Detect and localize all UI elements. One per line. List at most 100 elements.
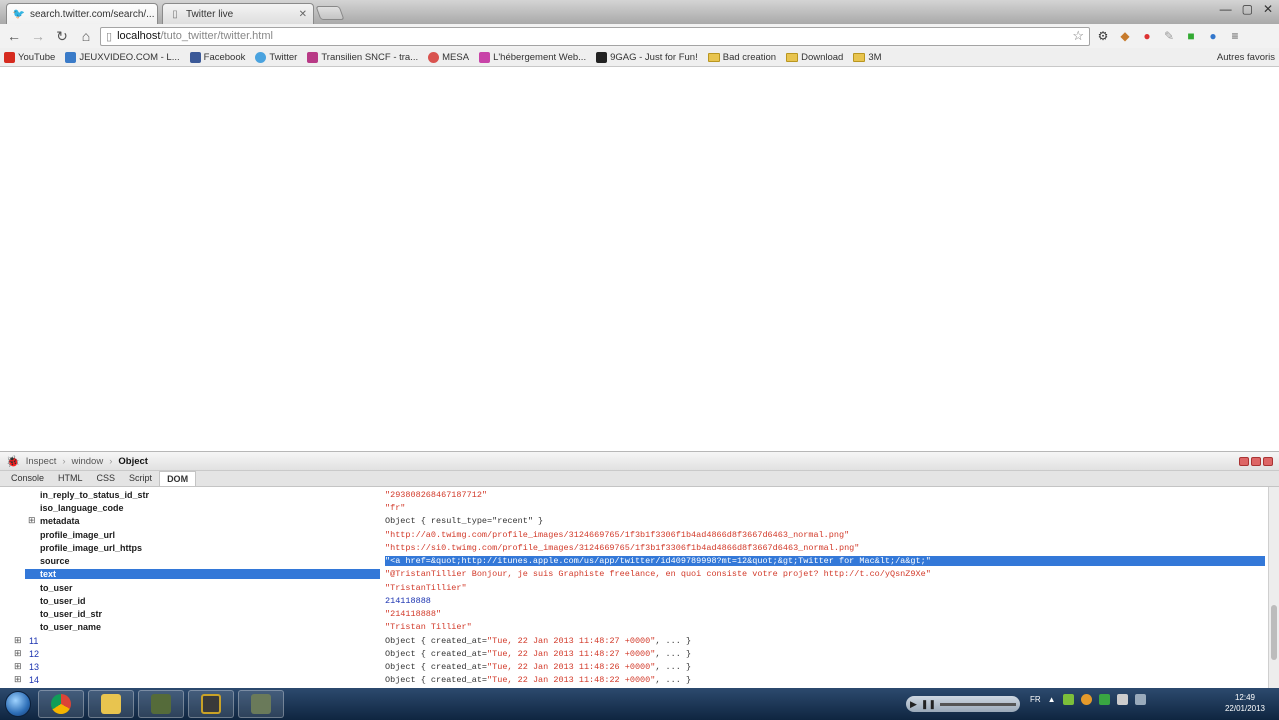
- dom-key: to_user_id: [40, 596, 86, 606]
- tab-twitter-search[interactable]: 🐦 search.twitter.com/search/... ✕: [6, 3, 158, 24]
- gear-icon[interactable]: ⚙: [1094, 27, 1112, 45]
- devtools-close-icon[interactable]: [1263, 456, 1273, 466]
- dom-value: Object { result_type="recent" }: [385, 516, 544, 526]
- system-clock[interactable]: 12:49 22/01/2013: [1225, 692, 1265, 714]
- reload-button[interactable]: ↻: [52, 26, 72, 46]
- dom-value: 214118888: [385, 596, 431, 606]
- page-icon: ▯: [172, 8, 178, 20]
- breadcrumb-window[interactable]: window: [72, 456, 104, 467]
- taskbar-explorer[interactable]: [88, 690, 134, 718]
- dom-row[interactable]: to_user_id_str "214118888": [0, 608, 1266, 621]
- dom-child-row[interactable]: ⊞ 13 Object { created_at="Tue, 22 Jan 20…: [0, 661, 1266, 674]
- bookmark-folder-3m[interactable]: 3M: [853, 52, 882, 63]
- forward-button[interactable]: →: [28, 26, 48, 46]
- media-controls[interactable]: ▶ ❚❚: [906, 696, 1020, 712]
- dom-row[interactable]: profile_image_url "http://a0.twimg.com/p…: [0, 529, 1266, 542]
- address-bar[interactable]: ▯ localhost/tuto_twitter/twitter.html ☆: [100, 26, 1090, 46]
- tray-arrow-icon[interactable]: ▲: [1048, 695, 1056, 704]
- new-tab-button[interactable]: [315, 6, 345, 20]
- play-icon[interactable]: ▶: [910, 699, 917, 710]
- bookmark-jeuxvideo[interactable]: JEUXVIDEO.COM - L...: [65, 51, 180, 63]
- dom-key: metadata: [40, 516, 80, 526]
- taskbar-app-5[interactable]: [238, 690, 284, 718]
- expand-toggle-icon[interactable]: ⊞: [14, 661, 22, 672]
- language-indicator[interactable]: FR: [1030, 695, 1041, 704]
- clock-date: 22/01/2013: [1224, 704, 1265, 713]
- dom-child-row[interactable]: ⊞ 12 Object { created_at="Tue, 22 Jan 20…: [0, 648, 1266, 661]
- bookmark-folder-download[interactable]: Download: [786, 52, 843, 63]
- extension-red-icon[interactable]: ●: [1138, 27, 1156, 45]
- devtools-minimize-icon[interactable]: [1239, 456, 1249, 466]
- taskbar-chrome[interactable]: [38, 690, 84, 718]
- bookmark-twitter[interactable]: Twitter: [255, 51, 297, 63]
- extension-blue-icon[interactable]: ●: [1204, 27, 1222, 45]
- dom-row-selected-value[interactable]: source "<a href=&quot;http://itunes.appl…: [0, 555, 1266, 568]
- extension-icon[interactable]: ◆: [1116, 27, 1134, 45]
- bookmark-folder-bad-creation[interactable]: Bad creation: [707, 52, 776, 63]
- bookmark-9gag[interactable]: 9GAG - Just for Fun!: [596, 51, 698, 63]
- dom-key: profile_image_url: [40, 530, 116, 540]
- expand-toggle-icon[interactable]: ⊞: [14, 674, 22, 685]
- dom-child-row[interactable]: ⊞ 14 Object { created_at="Tue, 22 Jan 20…: [0, 674, 1266, 687]
- media-track[interactable]: [940, 702, 1016, 706]
- maximize-icon[interactable]: ▢: [1242, 2, 1253, 16]
- tray-icon[interactable]: [1080, 694, 1092, 705]
- expand-toggle-icon[interactable]: ⊞: [14, 635, 22, 646]
- youtube-icon: [4, 51, 15, 63]
- browser-toolbar: ← → ↻ ⌂ ▯ localhost/tuto_twitter/twitter…: [0, 24, 1279, 48]
- extension-pen-icon[interactable]: ✎: [1160, 27, 1178, 45]
- extension-green-icon[interactable]: ■: [1182, 27, 1200, 45]
- dom-row[interactable]: ⊞ metadata Object { result_type="recent"…: [0, 515, 1266, 528]
- dom-value: "@TristanTillier Bonjour, je suis Graphi…: [385, 569, 931, 579]
- taskbar-app-3[interactable]: [138, 690, 184, 718]
- tab-console[interactable]: Console: [4, 471, 51, 486]
- tab-title: search.twitter.com/search/...: [30, 8, 155, 20]
- mesa-icon: [428, 51, 440, 63]
- breadcrumb-inspect[interactable]: Inspect: [26, 456, 57, 467]
- wrench-icon[interactable]: ≡: [1226, 27, 1244, 45]
- dom-row-selected-key[interactable]: text "@TristanTillier Bonjour, je suis G…: [0, 568, 1266, 581]
- close-icon[interactable]: ✕: [299, 9, 307, 20]
- twitter-icon: [255, 51, 267, 63]
- dom-row[interactable]: to_user_name "Tristan Tillier": [0, 621, 1266, 634]
- tab-html[interactable]: HTML: [51, 471, 90, 486]
- taskbar-app-4[interactable]: [188, 690, 234, 718]
- expand-toggle-icon[interactable]: ⊞: [28, 515, 36, 526]
- dom-row[interactable]: to_user_id 214118888: [0, 595, 1266, 608]
- dom-row[interactable]: profile_image_url_https "https://si0.twi…: [0, 542, 1266, 555]
- dom-child-row[interactable]: ⊞ 11 Object { created_at="Tue, 22 Jan 20…: [0, 635, 1266, 648]
- scrollbar-thumb[interactable]: [1271, 605, 1277, 660]
- other-bookmarks[interactable]: Autres favoris: [1214, 52, 1275, 63]
- dom-row[interactable]: to_user "TristanTillier": [0, 582, 1266, 595]
- tab-css[interactable]: CSS: [90, 471, 123, 486]
- network-icon[interactable]: [1116, 694, 1128, 705]
- dom-row[interactable]: iso_language_code "fr": [0, 502, 1266, 515]
- dom-row[interactable]: in_reply_to_status_id_str "2938082684671…: [0, 489, 1266, 502]
- bookmark-facebook[interactable]: Facebook: [189, 51, 245, 63]
- breadcrumb-object[interactable]: Object: [118, 456, 148, 467]
- pause-icon[interactable]: ❚❚: [921, 699, 936, 710]
- bookmark-star-icon[interactable]: ☆: [1072, 28, 1084, 44]
- tab-dom[interactable]: DOM: [159, 471, 197, 486]
- bookmark-hosting[interactable]: L'hébergement Web...: [479, 51, 586, 63]
- start-button[interactable]: [0, 688, 36, 720]
- minimize-icon[interactable]: —: [1220, 2, 1232, 16]
- tab-twitter-live[interactable]: ▯ Twitter live ✕: [162, 3, 314, 24]
- breadcrumb-separator: ›: [62, 455, 66, 467]
- bookmark-youtube[interactable]: YouTube: [4, 51, 55, 63]
- tray-icon[interactable]: [1062, 694, 1074, 705]
- home-button[interactable]: ⌂: [76, 26, 96, 46]
- expand-toggle-icon[interactable]: ⊞: [14, 648, 22, 659]
- close-window-icon[interactable]: ✕: [1263, 2, 1273, 16]
- devtools-detach-icon[interactable]: [1251, 456, 1261, 466]
- tray-icon[interactable]: [1098, 694, 1110, 705]
- back-button[interactable]: ←: [4, 26, 24, 46]
- bookmark-sncf[interactable]: Transilien SNCF - tra...: [307, 51, 418, 63]
- tab-script[interactable]: Script: [122, 471, 159, 486]
- bookmark-mesa[interactable]: MESA: [428, 51, 469, 63]
- breadcrumb-separator: ›: [109, 455, 113, 467]
- folder-icon: [853, 52, 866, 62]
- firebug-icon[interactable]: 🐞: [6, 455, 20, 468]
- volume-icon[interactable]: [1134, 694, 1146, 705]
- dom-scrollbar[interactable]: [1268, 487, 1279, 688]
